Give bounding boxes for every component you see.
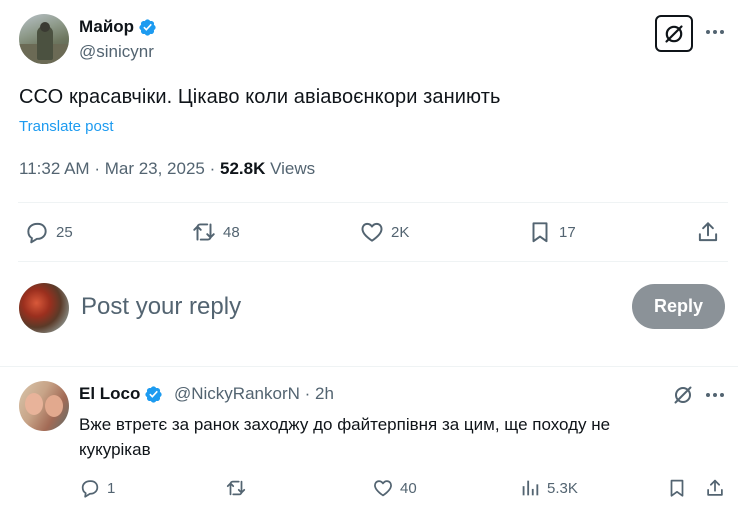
- divider: [0, 366, 738, 367]
- like-action[interactable]: 2K: [359, 219, 409, 245]
- reply-action[interactable]: 25: [24, 219, 73, 245]
- author-name[interactable]: Майор: [79, 17, 134, 37]
- author-handle[interactable]: @sinicynr: [79, 42, 154, 62]
- post-meta: 11:32 AM · Mar 23, 2025 · 52.8K Views: [19, 159, 315, 179]
- reply-like-count: 40: [400, 479, 417, 497]
- heart-icon: [374, 480, 392, 497]
- more-options-button[interactable]: [703, 22, 727, 42]
- share-action[interactable]: [695, 219, 721, 245]
- reply-reply-count: 1: [107, 479, 116, 497]
- repost-count: 48: [223, 223, 240, 241]
- reply-author-avatar[interactable]: [19, 381, 69, 431]
- reply-more-options-button[interactable]: [703, 386, 727, 404]
- reply-button[interactable]: Reply: [632, 284, 725, 329]
- meta-separator: ·: [94, 159, 105, 178]
- repost-action[interactable]: 48: [191, 219, 240, 245]
- bookmark-icon: [532, 222, 548, 243]
- divider: [18, 261, 728, 262]
- post-text: ССО красавчіки. Цікаво коли авіавоєнкори…: [19, 86, 501, 108]
- verified-badge-icon: [138, 18, 157, 37]
- grok-icon: [665, 24, 683, 43]
- repost-icon: [226, 480, 246, 496]
- post-time[interactable]: 11:32 AM: [19, 159, 90, 178]
- reply-text: Вже втретє за ранок заходжу до файтерпів…: [79, 415, 611, 459]
- author-avatar[interactable]: [19, 14, 69, 64]
- reply-author-handle[interactable]: @NickyRankorN: [174, 384, 300, 403]
- reply-grok-button[interactable]: [671, 383, 695, 407]
- reply-age[interactable]: 2h: [315, 384, 334, 403]
- repost-icon: [193, 223, 215, 241]
- more-dots-icon: [706, 393, 724, 397]
- reply-bookmark-action[interactable]: [666, 477, 688, 499]
- views-label: Views: [270, 159, 316, 178]
- divider: [18, 202, 728, 203]
- meta-separator: ·: [209, 159, 221, 178]
- bookmark-count: 17: [559, 223, 576, 241]
- reply-reply-action[interactable]: 1: [79, 477, 115, 499]
- reply-like-action[interactable]: 40: [372, 477, 417, 499]
- reply-handle-row: @NickyRankorN · 2h: [174, 384, 334, 404]
- like-count: 2K: [391, 223, 410, 241]
- current-user-avatar[interactable]: [19, 283, 69, 333]
- reply-input[interactable]: Post your reply: [81, 293, 241, 321]
- verified-badge-icon: [144, 385, 163, 404]
- heart-icon: [361, 222, 383, 242]
- grok-button[interactable]: [655, 15, 693, 52]
- reply-author-name-row[interactable]: El Loco: [79, 384, 163, 404]
- post-date[interactable]: Mar 23, 2025: [105, 159, 205, 178]
- share-icon: [707, 479, 723, 496]
- reply-bubble-icon: [27, 222, 47, 244]
- bookmark-action[interactable]: 17: [527, 219, 576, 245]
- more-dots-icon: [706, 30, 724, 34]
- reply-views-action[interactable]: 5.3K: [519, 477, 578, 499]
- reply-repost-action[interactable]: [225, 477, 253, 499]
- reply-count: 25: [56, 223, 73, 241]
- bookmark-icon: [670, 479, 684, 497]
- reply-views-count: 5.3K: [547, 479, 578, 497]
- meta-separator: ·: [304, 384, 316, 403]
- translate-post-link[interactable]: Translate post: [19, 118, 114, 135]
- reply-share-action[interactable]: [704, 477, 726, 499]
- views-chart-icon: [522, 480, 539, 496]
- reply-bubble-icon: [81, 480, 99, 498]
- grok-icon: [674, 386, 692, 404]
- reply-author-name[interactable]: El Loco: [79, 384, 140, 404]
- share-icon: [698, 222, 718, 242]
- author-name-row[interactable]: Майор: [79, 17, 157, 37]
- views-count: 52.8K: [220, 159, 266, 178]
